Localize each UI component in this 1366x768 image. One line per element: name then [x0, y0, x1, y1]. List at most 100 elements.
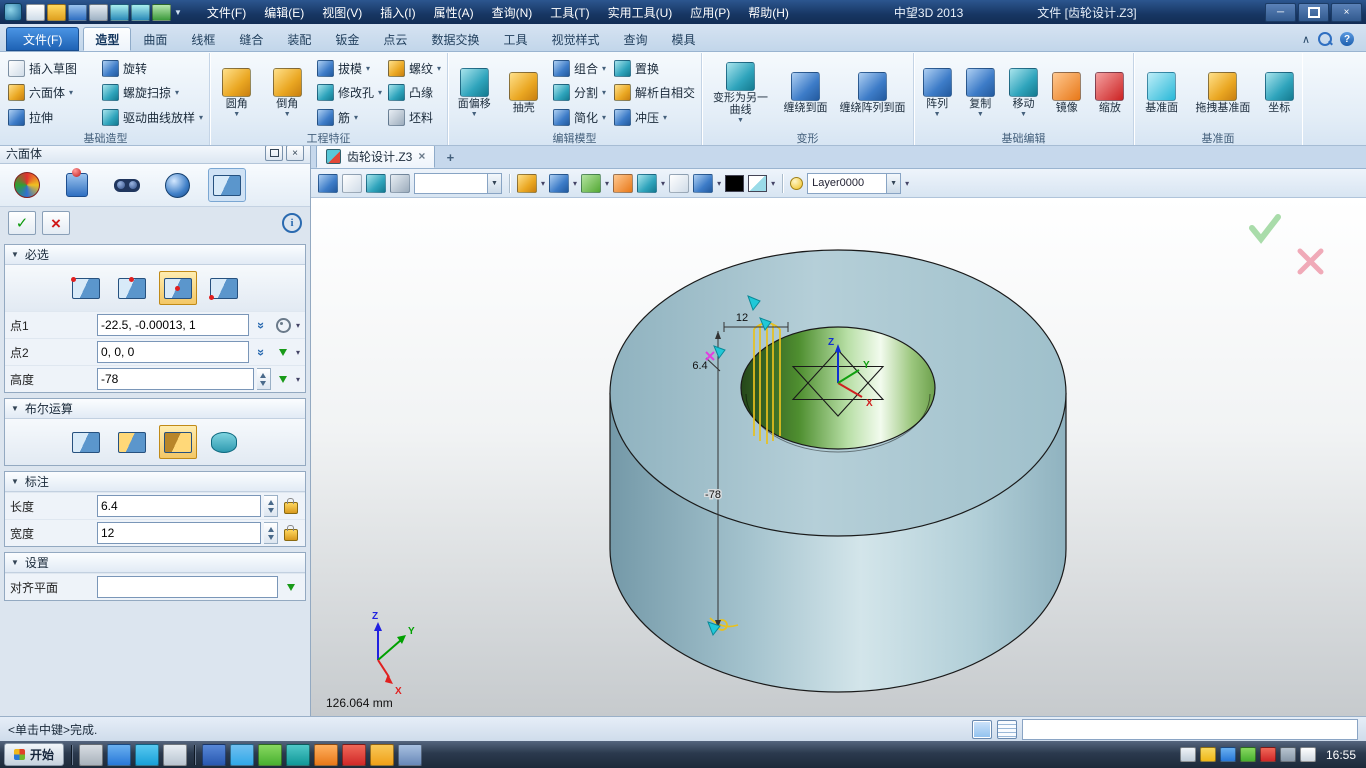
- tab-mold[interactable]: 模具: [660, 27, 708, 51]
- ribbon-button-shell[interactable]: 抽壳: [501, 72, 545, 114]
- box-type-button-1[interactable]: [67, 271, 105, 305]
- edge-color-swatch[interactable]: [725, 175, 744, 192]
- ribbon-button-replace[interactable]: 置换: [612, 60, 697, 77]
- boolean-remove-button[interactable]: [159, 425, 197, 459]
- close-button[interactable]: ×: [1331, 3, 1362, 22]
- taskbar-app-icon-7[interactable]: [258, 744, 282, 766]
- ribbon-button-insert-sketch[interactable]: 插入草图: [6, 60, 95, 77]
- ribbon-button-rib[interactable]: 筋▾: [315, 109, 381, 126]
- panel-float-button[interactable]: [265, 145, 283, 161]
- input-option-icon[interactable]: [274, 369, 293, 389]
- statusbar-input[interactable]: [1022, 719, 1358, 740]
- dimension-length-text[interactable]: 6.4: [692, 360, 707, 372]
- taskbar-app-icon-8[interactable]: [286, 744, 310, 766]
- cancel-button[interactable]: ×: [42, 211, 70, 235]
- tray-icon-3[interactable]: [1220, 747, 1236, 762]
- boolean-base-button[interactable]: [67, 425, 105, 459]
- section-header[interactable]: ▼标注: [5, 472, 305, 492]
- dropdown-caret[interactable]: ▾: [541, 179, 545, 188]
- box-type-button-2[interactable]: [113, 271, 151, 305]
- ribbon-collapse-icon[interactable]: ∧: [1302, 33, 1310, 46]
- solid-box-icon[interactable]: [208, 168, 246, 202]
- taskbar-app-icon-11[interactable]: [370, 744, 394, 766]
- tray-icon-6[interactable]: [1280, 747, 1296, 762]
- dropdown-caret[interactable]: ▾: [905, 179, 909, 188]
- viewport-3d-canvas[interactable]: Z X Y: [310, 198, 1366, 717]
- filter-combo[interactable]: ▼: [414, 173, 502, 194]
- pick-target-icon[interactable]: [274, 315, 293, 335]
- info-icon[interactable]: i: [282, 213, 302, 233]
- ribbon-button-driven-curve-loft[interactable]: 驱动曲线放样▾: [100, 109, 205, 126]
- tray-icon-4[interactable]: [1240, 747, 1256, 762]
- tab-wireframe[interactable]: 线框: [179, 27, 227, 51]
- ribbon-button-wrap-to-face[interactable]: 缠绕到面: [778, 72, 834, 114]
- tab-visualstyle[interactable]: 视觉样式: [539, 27, 611, 51]
- menu-applications[interactable]: 应用(P): [681, 2, 739, 23]
- ribbon-button-heal-selfintersection[interactable]: 解析自相交: [612, 84, 697, 101]
- taskbar-app-icon-1[interactable]: [79, 744, 103, 766]
- taskbar-app-icon-3[interactable]: [135, 744, 159, 766]
- tab-dataexchange[interactable]: 数据交换: [419, 27, 491, 51]
- ribbon-button-scale[interactable]: 缩放: [1091, 72, 1129, 114]
- ribbon-button-move[interactable]: 移动▼: [1004, 68, 1042, 118]
- list-toggle-icon[interactable]: [997, 720, 1017, 739]
- dropdown-caret[interactable]: ▾: [771, 179, 775, 188]
- taskbar-app-icon-6[interactable]: [230, 744, 254, 766]
- ribbon-button-datum-plane[interactable]: 基准面: [1138, 72, 1185, 114]
- section-header[interactable]: ▼必选: [5, 245, 305, 265]
- section-view-icon[interactable]: [669, 174, 689, 193]
- tab-assembly[interactable]: 装配: [275, 27, 323, 51]
- ribbon-button-spiral-sweep[interactable]: 螺旋扫掠▾: [100, 84, 205, 101]
- boolean-add-button[interactable]: [113, 425, 151, 459]
- ribbon-button-modify-hole[interactable]: 修改孔▾: [315, 84, 381, 101]
- ribbon-button-copy[interactable]: 复制▼: [961, 68, 999, 118]
- color-wheel-icon[interactable]: [8, 168, 46, 202]
- taskbar-app-icon-10[interactable]: [342, 744, 366, 766]
- tray-icon-7[interactable]: [1300, 747, 1316, 762]
- section-header[interactable]: ▼设置: [5, 553, 305, 573]
- menu-insert[interactable]: 插入(I): [371, 2, 424, 23]
- joystick-icon[interactable]: [58, 168, 96, 202]
- glasses-icon[interactable]: [108, 168, 146, 202]
- menu-view[interactable]: 视图(V): [313, 2, 371, 23]
- sphere-icon[interactable]: [158, 168, 196, 202]
- menu-help[interactable]: 帮助(H): [739, 2, 798, 23]
- shade-mode-icon[interactable]: [517, 174, 537, 193]
- ribbon-button-thread[interactable]: 螺纹▾: [386, 60, 443, 77]
- ribbon-button-csys[interactable]: 坐标: [1261, 72, 1299, 114]
- box-type-button-4[interactable]: [205, 271, 243, 305]
- redo-icon[interactable]: [131, 4, 150, 21]
- ribbon-button-combine[interactable]: 组合▾: [551, 60, 607, 77]
- panel-close-button[interactable]: ×: [286, 145, 304, 161]
- ribbon-button-draft[interactable]: 拔模▾: [315, 60, 381, 77]
- menu-utilities[interactable]: 实用工具(U): [599, 2, 682, 23]
- layer-manager-icon[interactable]: [366, 174, 386, 193]
- search-icon[interactable]: [1318, 32, 1332, 46]
- lock-icon[interactable]: [281, 523, 300, 543]
- open-file-icon[interactable]: [47, 4, 66, 21]
- ribbon-button-simplify[interactable]: 简化▾: [551, 109, 607, 126]
- ribbon-button-punch[interactable]: 冲压▾: [612, 109, 697, 126]
- length-input[interactable]: [97, 495, 261, 517]
- taskbar-app-icon-2[interactable]: [107, 744, 131, 766]
- dropdown-caret[interactable]: ▾: [661, 179, 665, 188]
- point1-input[interactable]: [97, 314, 249, 336]
- attribute-icon[interactable]: [318, 174, 338, 193]
- section-header[interactable]: ▼布尔运算: [5, 399, 305, 419]
- dropdown-caret[interactable]: ▾: [717, 179, 721, 188]
- combo-caret[interactable]: ▼: [487, 174, 501, 193]
- view-orient-icon[interactable]: [549, 174, 569, 193]
- start-button[interactable]: 开始: [4, 743, 64, 766]
- dimension-width-text[interactable]: 12: [736, 312, 748, 324]
- taskbar-clock[interactable]: 16:55: [1326, 748, 1356, 762]
- document-tab[interactable]: 齿轮设计.Z3 ×: [316, 144, 435, 168]
- dropdown-caret[interactable]: ▾: [296, 321, 300, 330]
- ribbon-button-stock[interactable]: 坯料: [386, 109, 443, 126]
- menu-inquire[interactable]: 查询(N): [483, 2, 542, 23]
- viewport-cancel-icon[interactable]: [1300, 251, 1321, 272]
- menu-attributes[interactable]: 属性(A): [425, 2, 483, 23]
- ribbon-button-face-offset[interactable]: 面偏移▼: [452, 68, 496, 118]
- ribbon-button-morph-to-curve[interactable]: 变形为另一曲线▼: [709, 62, 773, 124]
- taskbar-app-icon-4[interactable]: [163, 744, 187, 766]
- menu-file[interactable]: 文件(F): [198, 2, 255, 23]
